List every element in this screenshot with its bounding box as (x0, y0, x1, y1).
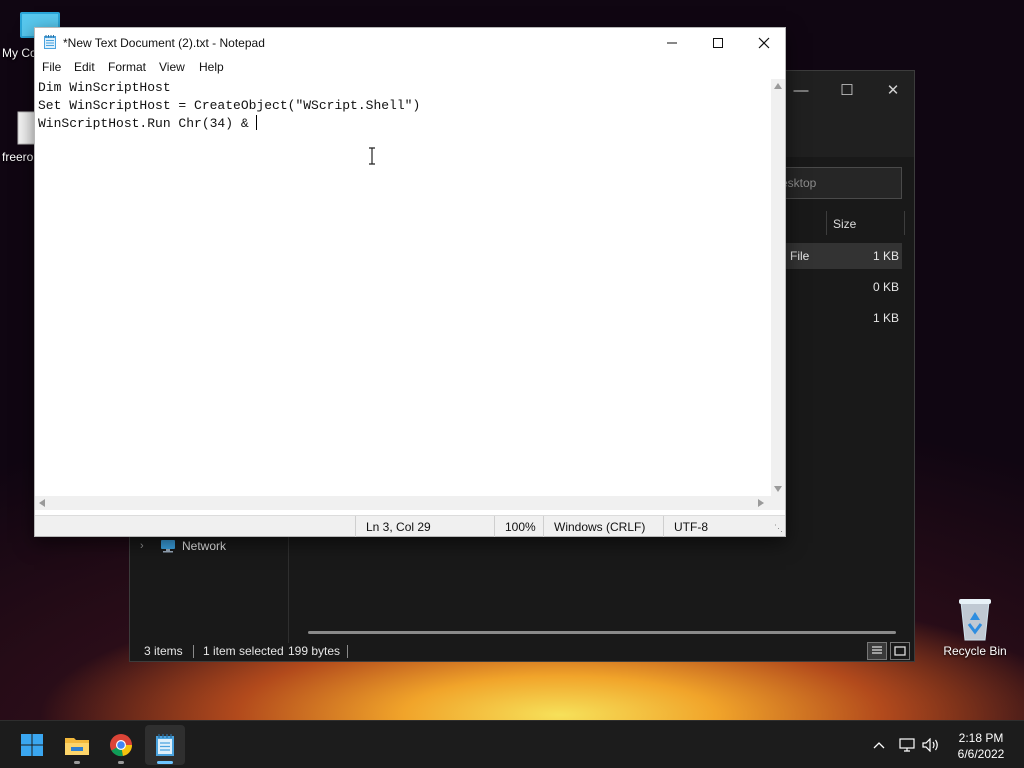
network-status-button[interactable] (898, 735, 916, 755)
nav-item-network[interactable]: › Network (140, 539, 226, 553)
menu-format[interactable]: Format (108, 60, 146, 74)
scroll-left-arrow-icon[interactable] (39, 499, 45, 507)
vertical-scrollbar[interactable] (771, 79, 785, 496)
maximize-button[interactable] (695, 28, 741, 58)
menu-edit[interactable]: Edit (74, 60, 95, 74)
details-view-button[interactable] (867, 642, 887, 660)
tiles-view-button[interactable] (890, 642, 910, 660)
status-divider (193, 645, 194, 658)
maximize-icon: ☐ (840, 82, 854, 99)
status-item-count: 3 items (144, 644, 183, 658)
scroll-right-arrow-icon[interactable] (758, 499, 764, 507)
menu-view[interactable]: View (159, 60, 185, 74)
explorer-maximize-button[interactable]: ☐ (824, 77, 870, 105)
menu-file[interactable]: File (42, 60, 61, 74)
status-selection-size: 199 bytes (288, 644, 341, 658)
running-indicator (74, 761, 80, 764)
file-row[interactable]: t 0 KB (770, 274, 902, 300)
network-icon (161, 540, 175, 553)
close-button[interactable] (741, 28, 787, 58)
chevron-right-icon[interactable]: › (140, 540, 150, 552)
editor-line: WinScriptHost.Run Chr(34) & (38, 116, 257, 131)
i-beam-cursor-icon (369, 147, 375, 165)
text-editor[interactable]: Dim WinScriptHost Set WinScriptHost = Cre… (35, 79, 771, 496)
notepad-icon (156, 734, 174, 756)
status-divider (347, 645, 348, 658)
notepad-titlebar[interactable]: *New Text Document (2).txt - Notepad (35, 28, 785, 58)
status-encoding: UTF-8 (663, 516, 708, 537)
column-header-size[interactable]: Size (833, 217, 856, 231)
notepad-icon (44, 35, 56, 49)
pane-divider[interactable] (288, 537, 289, 643)
explorer-close-button[interactable]: ✕ (870, 77, 916, 105)
start-button[interactable] (12, 725, 52, 765)
file-size: 1 KB (872, 249, 899, 263)
text-caret (256, 115, 258, 130)
column-divider[interactable] (904, 211, 905, 235)
taskbar-chrome-button[interactable] (101, 725, 141, 765)
clock-date: 6/6/2022 (957, 747, 1005, 761)
horizontal-scrollbar[interactable] (35, 496, 771, 510)
network-status-icon (899, 738, 915, 752)
editor-line: Dim WinScriptHost (38, 80, 171, 95)
chevron-up-icon (873, 742, 885, 749)
file-size: 1 KB (872, 311, 899, 325)
menu-bar: File Edit Format View Help (35, 58, 785, 78)
chrome-icon (110, 734, 133, 757)
clock-time: 2:18 PM (958, 731, 1004, 745)
file-size: 0 KB (872, 280, 899, 294)
show-hidden-icons-button[interactable] (870, 735, 888, 755)
running-indicator (118, 761, 124, 764)
close-icon: ✕ (886, 82, 900, 99)
menu-help[interactable]: Help (199, 60, 224, 74)
system-clock[interactable]: 2:18 PM 6/6/2022 (946, 730, 1016, 762)
scroll-down-arrow-icon[interactable] (774, 486, 782, 492)
file-explorer-icon (65, 738, 89, 755)
minimize-button[interactable] (649, 28, 695, 58)
tiles-view-icon (894, 646, 906, 656)
status-selection: 1 item selected (203, 644, 284, 658)
active-indicator (157, 761, 173, 764)
editor-line: Set WinScriptHost = CreateObject("WScrip… (38, 98, 421, 113)
minimize-icon (667, 42, 677, 44)
status-line-ending: Windows (CRLF) (543, 516, 645, 537)
explorer-horizontal-scrollbar[interactable] (308, 631, 896, 634)
volume-button[interactable] (921, 735, 941, 755)
close-icon (758, 37, 770, 49)
desktop: My Co freero Recycle Bin — ☐ ✕ esktop Si… (0, 0, 1024, 720)
recycle-bin-icon (959, 599, 991, 641)
column-divider[interactable] (826, 211, 827, 235)
details-view-icon (872, 646, 882, 654)
window-title: *New Text Document (2).txt - Notepad (63, 36, 265, 50)
taskbar: 2:18 PM 6/6/2022 (0, 720, 1024, 768)
notepad-status-bar: Ln 3, Col 29 100% Windows (CRLF) UTF-8 ⋱ (35, 515, 785, 537)
maximize-icon (713, 38, 723, 48)
desktop-icon-recycle-bin[interactable]: Recycle Bin (940, 596, 1010, 658)
minimize-icon: — (793, 82, 809, 99)
nav-item-label: Network (182, 539, 227, 553)
notepad-window[interactable]: *New Text Document (2).txt - Notepad Fil… (34, 27, 786, 537)
status-zoom: 100% (494, 516, 536, 537)
status-cursor-position: Ln 3, Col 29 (355, 516, 431, 537)
scrollbar-corner (771, 496, 785, 510)
taskbar-notepad-button[interactable] (145, 725, 185, 765)
windows-start-icon (21, 734, 43, 756)
file-row[interactable]: h File 1 KB (770, 243, 902, 269)
scroll-up-arrow-icon[interactable] (774, 83, 782, 89)
explorer-status-bar: 3 items 1 item selected 199 bytes (130, 641, 914, 661)
taskbar-file-explorer-button[interactable] (57, 725, 97, 765)
file-row[interactable]: t 1 KB (770, 305, 902, 331)
desktop-icon-label: Recycle Bin (943, 644, 1007, 658)
resize-grip-icon[interactable]: ⋱ (774, 523, 783, 534)
explorer-search-input[interactable]: esktop (770, 167, 902, 199)
volume-icon (922, 738, 938, 752)
